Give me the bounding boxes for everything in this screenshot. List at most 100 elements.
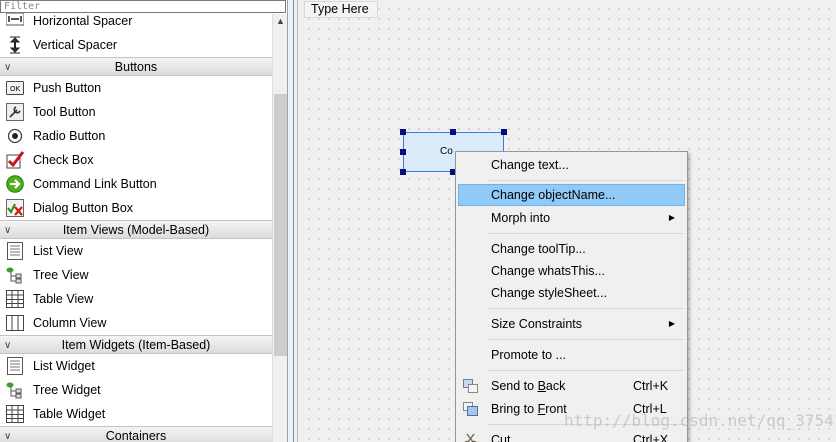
- widget-item-label: List View: [33, 244, 83, 258]
- column-view-icon: [6, 315, 24, 331]
- resize-handle-bottom-left[interactable]: [400, 169, 406, 175]
- menu-item-label: Change toolTip...: [491, 242, 586, 256]
- widget-item-list-view[interactable]: List View: [0, 239, 272, 263]
- menu-item-promote-to[interactable]: Promote to ...: [458, 344, 685, 366]
- widget-item-label: Command Link Button: [33, 177, 157, 191]
- menu-item-shortcut: Ctrl+K: [633, 379, 669, 393]
- widget-item-column-view[interactable]: Column View: [0, 311, 272, 335]
- form-menubar-type-here[interactable]: Type Here: [304, 1, 378, 18]
- widget-list: Horizontal Spacer Vertical Spacer ∨ Butt…: [0, 9, 272, 442]
- widget-item-dialog-button-box[interactable]: Dialog Button Box: [0, 196, 272, 220]
- chevron-down-icon: ∨: [4, 62, 12, 73]
- context-menu: Change text... Change objectName... Morp…: [455, 151, 688, 442]
- widget-item-label: Tool Button: [33, 105, 96, 119]
- menu-item-label: Change whatsThis...: [491, 264, 605, 278]
- category-label: Containers: [105, 429, 167, 442]
- table-view-icon: [6, 290, 24, 308]
- menu-item-label: Change objectName...: [491, 188, 616, 202]
- menu-item-change-whatsthis[interactable]: Change whatsThis...: [458, 260, 685, 282]
- menu-item-shortcut: Ctrl+X: [633, 433, 669, 442]
- menu-item-label: Bring to Front: [491, 402, 567, 416]
- chevron-down-icon: ∨: [4, 431, 12, 442]
- menu-item-cut[interactable]: Cut Ctrl+X: [458, 429, 685, 442]
- svg-text:OK: OK: [10, 85, 21, 93]
- menu-item-send-to-back[interactable]: Send to Back Ctrl+K: [458, 375, 685, 397]
- chevron-down-icon: ∨: [4, 225, 12, 236]
- menu-separator: [488, 180, 684, 181]
- widget-item-vertical-spacer[interactable]: Vertical Spacer: [0, 33, 272, 57]
- widget-item-push-button[interactable]: OK Push Button: [0, 76, 272, 100]
- category-label: Item Widgets (Item-Based): [61, 338, 211, 352]
- resize-handle-top[interactable]: [450, 129, 456, 135]
- widget-item-tree-widget[interactable]: Tree Widget: [0, 378, 272, 402]
- menu-item-size-constraints[interactable]: Size Constraints ▶: [458, 313, 685, 335]
- menu-item-change-text[interactable]: Change text...: [458, 154, 685, 176]
- vertical-spacer-icon: [9, 36, 21, 54]
- menu-item-label: Send to Back: [491, 379, 566, 393]
- widget-item-check-box[interactable]: Check Box: [0, 148, 272, 172]
- send-to-back-icon: [463, 379, 478, 393]
- menu-separator: [488, 370, 684, 371]
- menu-item-bring-to-front[interactable]: Bring to Front Ctrl+L: [458, 398, 685, 420]
- chevron-down-icon: ∨: [4, 340, 12, 351]
- menu-item-label: Change styleSheet...: [491, 286, 608, 300]
- list-widget-icon: [7, 357, 23, 375]
- widget-item-command-link-button[interactable]: Command Link Button: [0, 172, 272, 196]
- bring-to-front-icon: [463, 402, 478, 416]
- category-buttons[interactable]: ∨ Buttons: [0, 57, 272, 76]
- table-widget-icon: [6, 405, 24, 423]
- menu-separator: [488, 233, 684, 234]
- widget-item-label: Tree View: [33, 268, 89, 282]
- widget-item-list-widget[interactable]: List Widget: [0, 354, 272, 378]
- category-containers[interactable]: ∨ Containers: [0, 426, 272, 442]
- submenu-arrow-icon: ▶: [668, 213, 675, 222]
- widget-item-label: Tree Widget: [33, 383, 101, 397]
- menu-item-morph-into[interactable]: Morph into ▶: [458, 207, 685, 229]
- widget-item-tool-button[interactable]: Tool Button: [0, 100, 272, 124]
- category-item-widgets[interactable]: ∨ Item Widgets (Item-Based): [0, 335, 272, 354]
- widget-item-label: Table Widget: [33, 407, 106, 421]
- widget-item-label: Radio Button: [33, 129, 106, 143]
- tool-button-icon: [6, 103, 24, 121]
- category-label: Buttons: [114, 60, 158, 74]
- widget-box-scrollbar[interactable]: ▲: [272, 14, 287, 442]
- filter-input[interactable]: Filter: [0, 0, 286, 13]
- scroll-up-arrow-icon[interactable]: ▲: [276, 16, 285, 26]
- widget-item-label: Vertical Spacer: [33, 38, 118, 52]
- menu-item-label: Promote to ...: [491, 348, 567, 362]
- menu-item-change-tooltip[interactable]: Change toolTip...: [458, 238, 685, 260]
- panel-splitter[interactable]: [288, 0, 298, 442]
- category-item-views[interactable]: ∨ Item Views (Model-Based): [0, 220, 272, 239]
- resize-handle-left[interactable]: [400, 149, 406, 155]
- menu-item-label: Change text...: [491, 158, 569, 172]
- list-view-icon: [7, 242, 23, 260]
- menu-separator: [488, 308, 684, 309]
- tree-view-icon: [6, 267, 22, 284]
- widget-item-label: Push Button: [33, 81, 102, 95]
- splitter-line: [293, 0, 294, 442]
- widget-item-label: Table View: [33, 292, 94, 306]
- widget-item-label: Column View: [33, 316, 107, 330]
- widget-item-tree-view[interactable]: Tree View: [0, 263, 272, 287]
- menu-item-change-objectname[interactable]: Change objectName...: [458, 184, 685, 206]
- horizontal-spacer-icon: [6, 12, 24, 26]
- submenu-arrow-icon: ▶: [668, 319, 675, 328]
- widget-item-radio-button[interactable]: Radio Button: [0, 124, 272, 148]
- cut-icon: [464, 433, 477, 442]
- category-label: Item Views (Model-Based): [62, 223, 210, 237]
- menu-item-label: Morph into: [491, 211, 551, 225]
- command-link-icon: [6, 175, 24, 193]
- menu-item-change-stylesheet[interactable]: Change styleSheet...: [458, 282, 685, 304]
- menu-item-label: Size Constraints: [491, 317, 583, 331]
- widget-item-table-widget[interactable]: Table Widget: [0, 402, 272, 426]
- menu-item-shortcut: Ctrl+L: [633, 402, 667, 416]
- widget-item-label: Dialog Button Box: [33, 201, 134, 215]
- menu-separator: [488, 339, 684, 340]
- widget-item-label: Check Box: [33, 153, 94, 167]
- widget-box-panel: Horizontal Spacer Vertical Spacer ∨ Butt…: [0, 0, 288, 442]
- tree-widget-icon: [6, 382, 22, 399]
- resize-handle-top-left[interactable]: [400, 129, 406, 135]
- scrollbar-thumb[interactable]: [274, 94, 287, 356]
- resize-handle-top-right[interactable]: [501, 129, 507, 135]
- widget-item-table-view[interactable]: Table View: [0, 287, 272, 311]
